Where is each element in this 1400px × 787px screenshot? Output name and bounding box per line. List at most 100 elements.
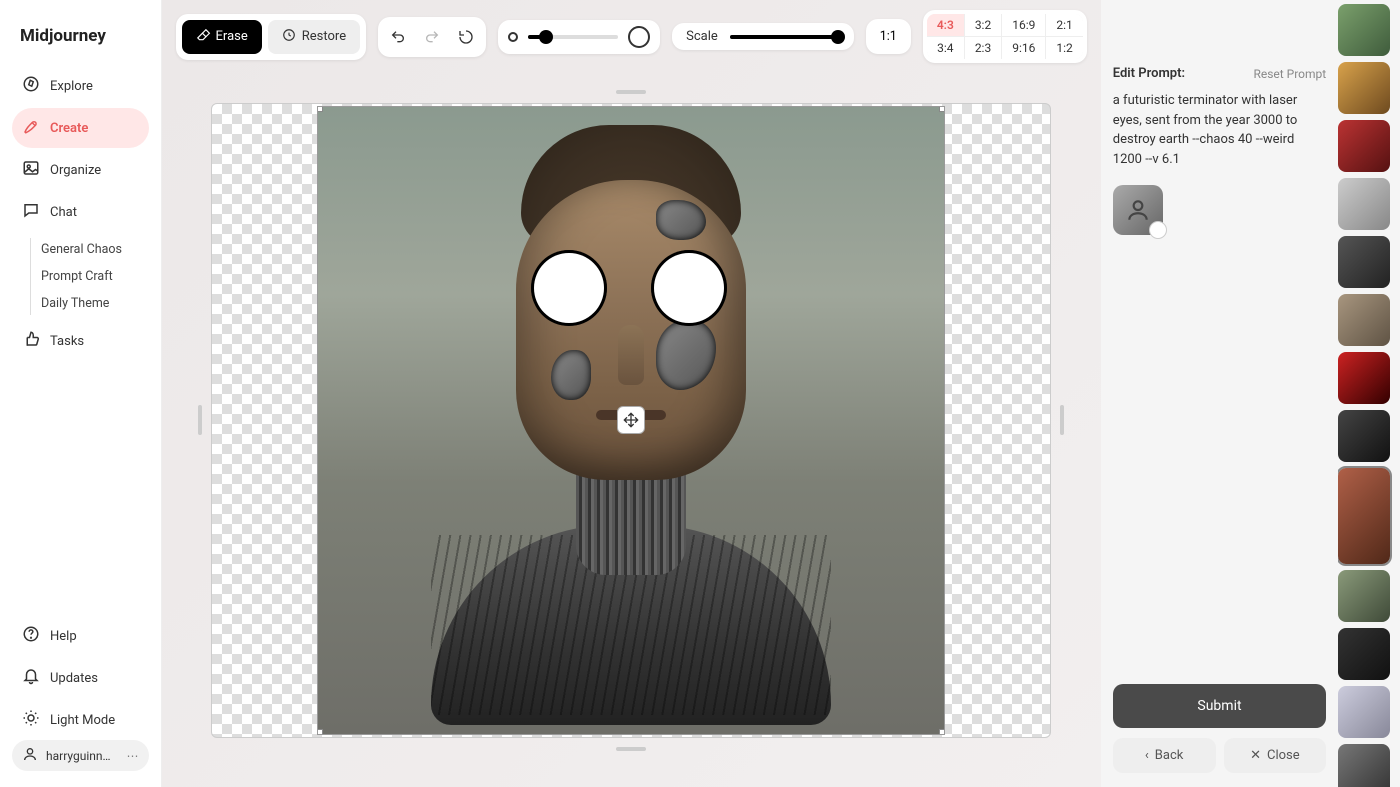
erase-button[interactable]: Erase bbox=[182, 20, 262, 54]
nav-label: Help bbox=[50, 629, 77, 644]
prompt-title: Edit Prompt: bbox=[1113, 66, 1185, 81]
aspect-16-9[interactable]: 16:9 bbox=[1002, 14, 1045, 36]
chevron-left-icon: ‹ bbox=[1145, 748, 1149, 763]
scale-slider[interactable] bbox=[730, 35, 840, 39]
brush-icon bbox=[22, 117, 40, 139]
nav-updates[interactable]: Updates bbox=[12, 658, 149, 698]
prompt-header: Edit Prompt: Reset Prompt bbox=[1113, 66, 1326, 81]
aspect-2-1[interactable]: 2:1 bbox=[1046, 14, 1082, 36]
nav-chat[interactable]: Chat bbox=[12, 192, 149, 232]
nav-organize[interactable]: Organize bbox=[12, 150, 149, 190]
reset-button[interactable] bbox=[452, 23, 480, 51]
move-handle[interactable] bbox=[617, 406, 645, 434]
aspect-3-2[interactable]: 3:2 bbox=[965, 14, 1001, 36]
canvas-wrap bbox=[162, 63, 1101, 787]
undo-button[interactable] bbox=[384, 23, 412, 51]
reset-prompt-button[interactable]: Reset Prompt bbox=[1253, 67, 1326, 81]
nav-label: Chat bbox=[50, 205, 77, 220]
thumbnail-5[interactable] bbox=[1338, 294, 1390, 346]
brush-small-icon bbox=[508, 32, 518, 42]
image-icon bbox=[22, 159, 40, 181]
canvas[interactable] bbox=[211, 103, 1051, 738]
nav-tasks[interactable]: Tasks bbox=[12, 321, 149, 361]
crop-handle-br[interactable] bbox=[939, 729, 945, 735]
prompt-text[interactable]: a futuristic terminator with laser eyes,… bbox=[1113, 91, 1326, 169]
erase-label: Erase bbox=[216, 29, 248, 44]
aspect-1-2[interactable]: 1:2 bbox=[1046, 37, 1082, 59]
thumbnail-7[interactable] bbox=[1338, 410, 1390, 462]
image-area[interactable] bbox=[317, 106, 945, 735]
scale-group: Scale bbox=[672, 23, 854, 50]
nav-label: Tasks bbox=[50, 334, 84, 349]
thumbnail-10[interactable] bbox=[1338, 628, 1390, 680]
brush-size-slider[interactable] bbox=[528, 35, 618, 39]
history-group bbox=[378, 17, 486, 57]
close-label: Close bbox=[1267, 748, 1300, 763]
nav-create[interactable]: Create bbox=[12, 108, 149, 148]
canvas-drag-right[interactable] bbox=[1060, 405, 1064, 435]
close-button[interactable]: ✕ Close bbox=[1224, 738, 1327, 773]
chat-sub-daily[interactable]: Daily Theme bbox=[41, 292, 149, 315]
restore-button[interactable]: Restore bbox=[268, 20, 360, 54]
nav-label: Updates bbox=[50, 671, 98, 686]
thumbnail-9[interactable] bbox=[1338, 570, 1390, 622]
mode-group: Erase Restore bbox=[176, 14, 367, 60]
submit-button[interactable]: Submit bbox=[1113, 684, 1326, 728]
aspect-grid: 4:3 3:2 16:9 2:1 3:4 2:3 9:16 1:2 bbox=[927, 14, 1083, 59]
main: Erase Restore Scale 1:1 bbox=[162, 0, 1101, 787]
nav-explore[interactable]: Explore bbox=[12, 66, 149, 106]
nav-label: Create bbox=[50, 121, 88, 136]
sidebar: Midjourney Explore Create Organize Chat … bbox=[0, 0, 162, 787]
user-pill[interactable]: harryguinn… ⋯ bbox=[12, 740, 149, 771]
compass-icon bbox=[22, 75, 40, 97]
aspect-9-16[interactable]: 9:16 bbox=[1002, 37, 1045, 59]
brush-large-icon bbox=[628, 26, 650, 48]
thumbs-up-icon bbox=[22, 330, 40, 352]
back-button[interactable]: ‹ Back bbox=[1113, 738, 1216, 773]
app-logo: Midjourney bbox=[12, 20, 149, 66]
thumbnail-1[interactable] bbox=[1338, 62, 1390, 114]
brush-size-group bbox=[498, 20, 660, 54]
nav-label: Explore bbox=[50, 79, 93, 94]
thumbnail-6[interactable] bbox=[1338, 352, 1390, 404]
nav-help[interactable]: Help bbox=[12, 616, 149, 656]
aspect-grid-group: 4:3 3:2 16:9 2:1 3:4 2:3 9:16 1:2 bbox=[923, 10, 1087, 63]
erased-region-right-eye bbox=[654, 253, 724, 323]
thumbnail-rail bbox=[1338, 0, 1400, 787]
thumbnail-11[interactable] bbox=[1338, 686, 1390, 738]
back-label: Back bbox=[1155, 748, 1184, 763]
crop-handle-tr[interactable] bbox=[939, 106, 945, 112]
redo-button[interactable] bbox=[418, 23, 446, 51]
eraser-icon bbox=[196, 28, 210, 46]
aspect-4-3[interactable]: 4:3 bbox=[927, 14, 964, 36]
thumbnail-3[interactable] bbox=[1338, 178, 1390, 230]
user-name: harryguinn… bbox=[46, 749, 111, 763]
canvas-drag-left[interactable] bbox=[198, 405, 202, 435]
bell-icon bbox=[22, 667, 40, 689]
reference-image[interactable] bbox=[1113, 185, 1163, 235]
user-icon bbox=[22, 746, 38, 765]
chat-sub-general[interactable]: General Chaos bbox=[41, 238, 149, 261]
thumbnail-4[interactable] bbox=[1338, 236, 1390, 288]
thumbnail-12[interactable] bbox=[1338, 744, 1390, 787]
aspect-2-3[interactable]: 2:3 bbox=[965, 37, 1001, 59]
thumbnail-2[interactable] bbox=[1338, 120, 1390, 172]
crop-handle-bl[interactable] bbox=[317, 729, 323, 735]
nav-label: Light Mode bbox=[50, 713, 115, 728]
right-panel: Edit Prompt: Reset Prompt a futuristic t… bbox=[1101, 0, 1338, 787]
restore-label: Restore bbox=[302, 29, 346, 44]
crop-handle-tl[interactable] bbox=[317, 106, 323, 112]
canvas-drag-bottom[interactable] bbox=[616, 747, 646, 751]
erased-region-left-eye bbox=[534, 253, 604, 323]
restore-icon bbox=[282, 28, 296, 46]
aspect-solo[interactable]: 1:1 bbox=[866, 19, 911, 54]
aspect-3-4[interactable]: 3:4 bbox=[927, 37, 964, 59]
thumbnail-8[interactable] bbox=[1338, 468, 1390, 564]
canvas-drag-top[interactable] bbox=[616, 90, 646, 94]
chat-sub-prompt[interactable]: Prompt Craft bbox=[41, 265, 149, 288]
nav-lightmode[interactable]: Light Mode bbox=[12, 700, 149, 740]
nav-label: Organize bbox=[50, 163, 101, 178]
thumbnail-0[interactable] bbox=[1338, 4, 1390, 56]
help-icon bbox=[22, 625, 40, 647]
more-icon[interactable]: ⋯ bbox=[127, 749, 139, 763]
